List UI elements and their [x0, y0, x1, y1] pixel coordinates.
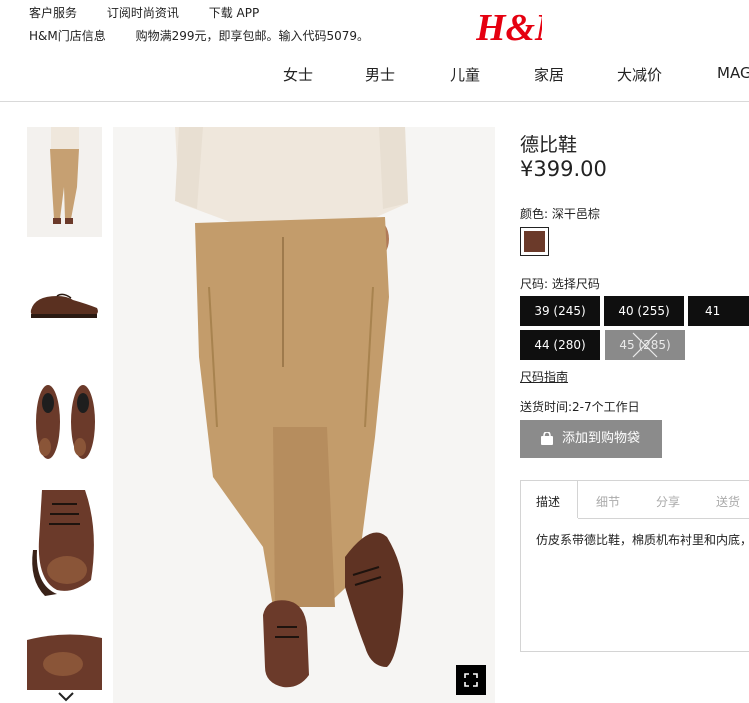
size-option-45-unavailable[interactable]: 45 (285) [605, 330, 685, 360]
shopping-bag-icon [541, 432, 553, 445]
swatch-fill [524, 231, 545, 252]
tab-delivery[interactable]: 送货 [716, 493, 740, 510]
promo-text: 购物满299元，即享包邮。输入代码5079。 [135, 29, 370, 43]
product-description: 仿皮系带德比鞋，棉质机布衬里和内底， [536, 533, 749, 547]
nav-item-kids[interactable]: 儿童 [450, 64, 480, 85]
tab-details[interactable]: 细节 [596, 493, 620, 510]
customer-service-link[interactable]: 客户服务 [29, 6, 77, 20]
download-app-link[interactable]: 下载 APP [209, 6, 260, 20]
size-guide-link[interactable]: 尺码指南 [520, 368, 568, 385]
nav-item-men[interactable]: 男士 [365, 64, 395, 85]
nav-item-sale[interactable]: 大减价 [617, 64, 662, 85]
add-to-cart-label: 添加到购物袋 [562, 431, 641, 446]
utility-row-2: H&M门店信息 购物满299元，即享包邮。输入代码5079。 [29, 27, 395, 44]
main-product-image[interactable] [113, 127, 495, 703]
expand-icon[interactable] [456, 665, 486, 695]
size-option-41[interactable]: 41 (260) [688, 296, 749, 348]
product-title: 德比鞋 [520, 134, 578, 156]
size-option-40[interactable]: 40 (255) [604, 296, 684, 326]
tab-active-underline [521, 518, 578, 520]
delivery-time: 送货时间:2-7个工作日 [520, 400, 640, 414]
product-price: ¥399.00 [520, 157, 607, 181]
subscribe-link[interactable]: 订阅时尚资讯 [107, 6, 179, 20]
add-to-cart-button[interactable]: 添加到购物袋 [520, 420, 662, 458]
chevron-down-icon[interactable] [58, 692, 74, 702]
thumbnail-shoe-closeup[interactable] [27, 620, 102, 690]
thumbnail-model[interactable] [27, 127, 102, 237]
store-info-link[interactable]: H&M门店信息 [29, 29, 106, 43]
size-option-39[interactable]: 39 (245) [520, 296, 600, 326]
thumbnail-shoe-side[interactable] [27, 258, 102, 350]
nav-item-magazine[interactable]: MAG [717, 64, 749, 82]
utility-links: 客户服务 订阅时尚资讯 下载 APP [29, 4, 285, 21]
unavailable-cross-icon [632, 332, 658, 358]
thumbnail-shoe-detail[interactable] [27, 490, 102, 596]
svg-text:H&M: H&M [476, 7, 542, 48]
nav-item-home[interactable]: 家居 [534, 64, 564, 85]
nav-item-women[interactable]: 女士 [283, 64, 313, 85]
product-tabs: 描述 细节 分享 送货 仿皮系带德比鞋，棉质机布衬里和内底， [520, 480, 749, 652]
size-option-44[interactable]: 44 (280) [520, 330, 600, 360]
hm-logo[interactable]: H&M [476, 4, 542, 48]
header-divider [0, 101, 749, 102]
color-swatch[interactable] [520, 227, 549, 256]
color-label: 颜色: 深干邑棕 [520, 207, 600, 221]
size-label: 尺码: 选择尺码 [520, 277, 600, 291]
thumbnail-shoe-top[interactable] [27, 375, 102, 471]
tab-share[interactable]: 分享 [656, 493, 680, 510]
tab-description[interactable]: 描述 [536, 493, 560, 510]
